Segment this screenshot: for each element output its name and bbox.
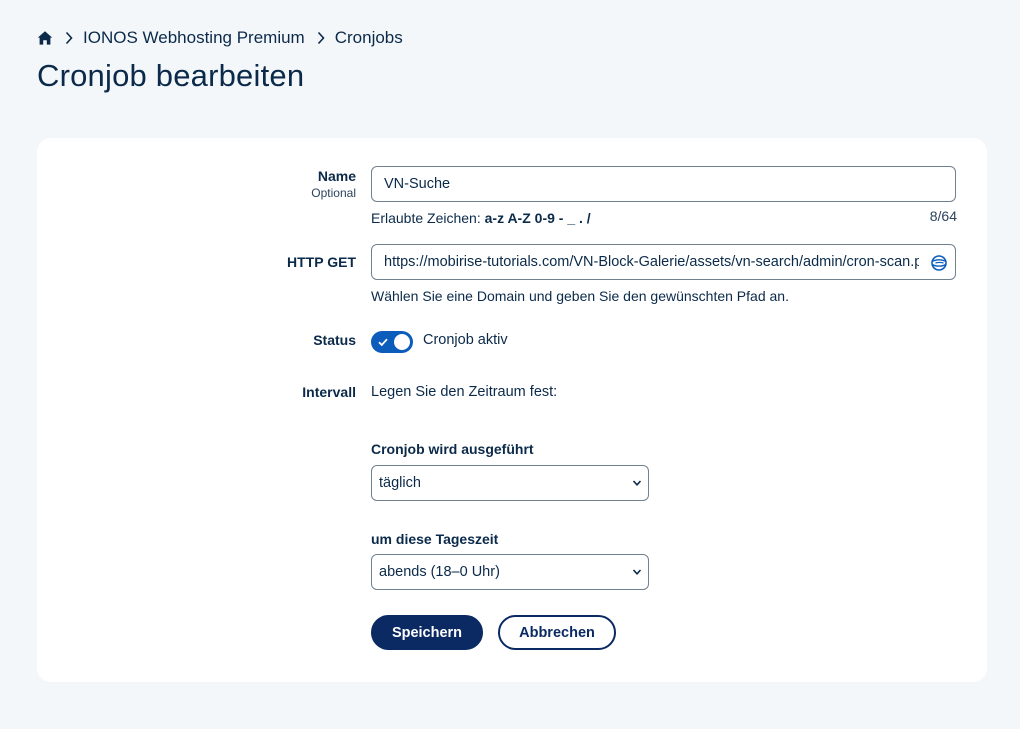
http-get-help: Wählen Sie eine Domain und geben Sie den… <box>371 288 789 304</box>
status-toggle-label: Cronjob aktiv <box>423 332 508 348</box>
time-of-day-select[interactable]: abends (18–0 Uhr) <box>371 554 649 590</box>
cronjob-form-card: Name Optional Erlaubte Zeichen: a-z A-Z … <box>37 138 987 682</box>
name-input[interactable] <box>371 166 956 202</box>
interval-label: Intervall <box>302 384 356 400</box>
time-of-day-select-value: abends (18–0 Uhr) <box>379 564 500 580</box>
http-get-label: HTTP GET <box>287 254 356 270</box>
home-icon[interactable] <box>37 30 53 46</box>
frequency-select[interactable]: täglich <box>371 465 649 501</box>
name-help-prefix: Erlaubte Zeichen: <box>371 210 481 226</box>
frequency-title: Cronjob wird ausgeführt <box>371 441 534 457</box>
chevron-right-icon <box>64 31 74 45</box>
save-button[interactable]: Speichern <box>371 615 483 650</box>
name-label: Name <box>317 168 356 184</box>
breadcrumb-item-webhosting[interactable]: IONOS Webhosting Premium <box>83 28 305 48</box>
name-char-counter: 8/64 <box>929 208 957 224</box>
interval-intro: Legen Sie den Zeitraum fest: <box>371 384 558 400</box>
status-label: Status <box>313 332 356 348</box>
page-title: Cronjob bearbeiten <box>37 58 305 93</box>
name-help: Erlaubte Zeichen: a-z A-Z 0-9 - _ . / <box>371 210 591 226</box>
globe-icon[interactable] <box>930 254 948 272</box>
breadcrumb-item-cronjobs[interactable]: Cronjobs <box>335 28 403 48</box>
check-icon <box>378 338 388 347</box>
cancel-button[interactable]: Abbrechen <box>498 615 616 650</box>
time-of-day-title: um diese Tageszeit <box>371 531 499 547</box>
frequency-select-value: täglich <box>379 475 421 491</box>
name-allowed-chars: a-z A-Z 0-9 - _ . / <box>484 210 591 226</box>
chevron-down-icon <box>632 569 642 575</box>
http-get-input[interactable]: https://mobirise-tutorials.com/VN-Block-… <box>371 244 956 280</box>
status-toggle[interactable] <box>371 331 413 353</box>
http-get-value[interactable]: https://mobirise-tutorials.com/VN-Block-… <box>384 245 919 279</box>
breadcrumb: IONOS Webhosting Premium Cronjobs <box>37 27 403 49</box>
toggle-knob <box>394 334 410 350</box>
chevron-right-icon <box>316 31 326 45</box>
chevron-down-icon <box>632 480 642 486</box>
name-optional-label: Optional <box>311 186 356 200</box>
